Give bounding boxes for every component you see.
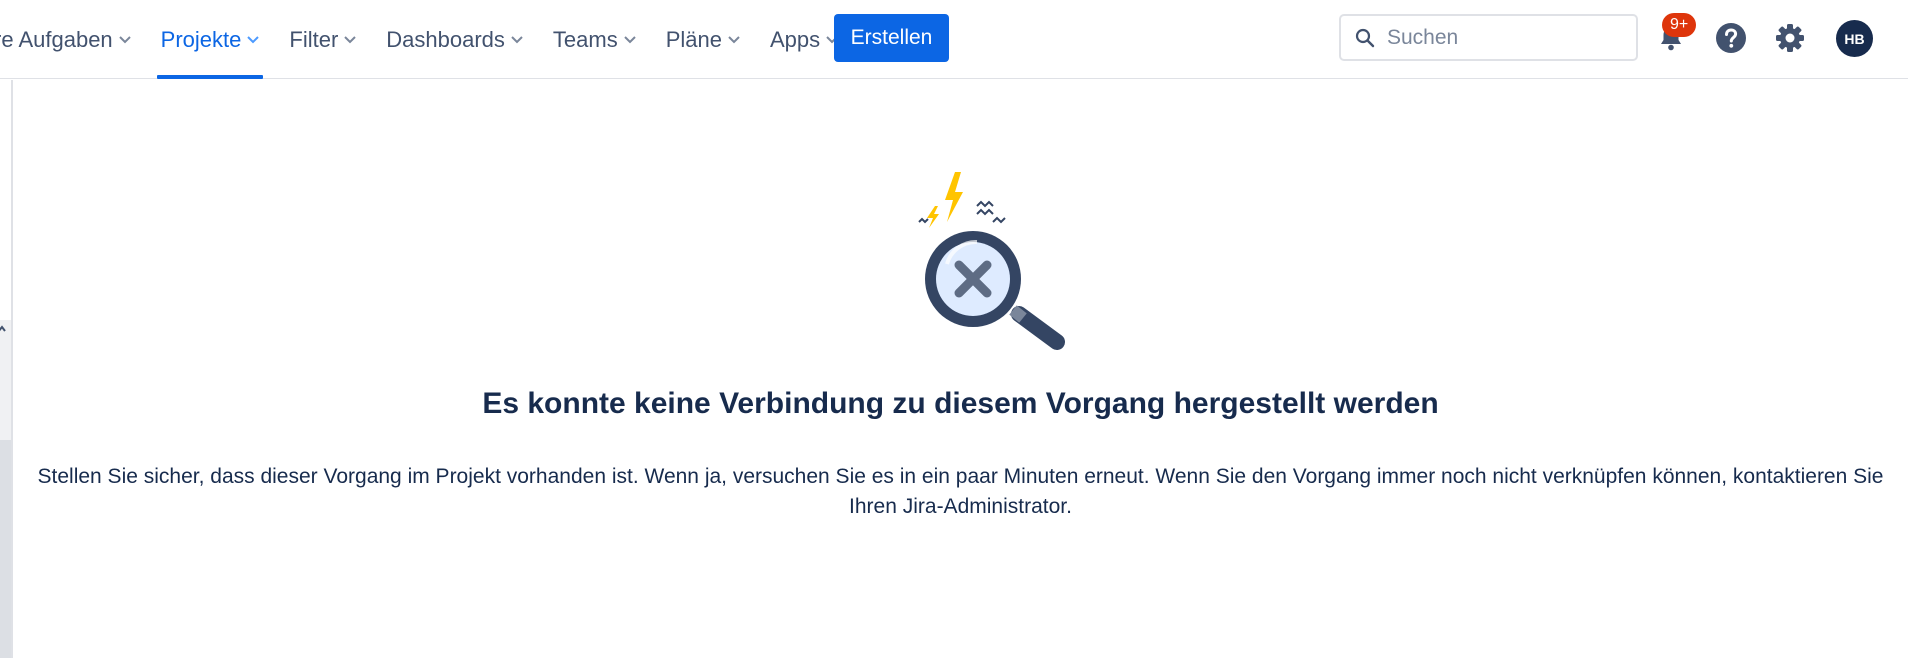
nav-item-dashboards[interactable]: Dashboards [386, 0, 523, 79]
nav-item-filters[interactable]: Filter [289, 0, 356, 79]
chevron-down-icon [728, 35, 740, 43]
nav-item-projects[interactable]: Projekte [156, 0, 264, 79]
sidebar-collapse-rail[interactable] [0, 80, 13, 658]
primary-nav: re Aufgaben Projekte Filter Dashboards T… [0, 0, 838, 79]
nav-item-teams[interactable]: Teams [553, 0, 636, 79]
search-error-illustration [918, 172, 1065, 350]
chevron-down-icon [118, 35, 131, 43]
nav-item-label: Pläne [665, 26, 722, 52]
nav-item-label: Filter [289, 26, 339, 52]
help-button[interactable] [1713, 20, 1749, 56]
chevron-down-icon [344, 35, 356, 43]
search-icon [1355, 28, 1375, 47]
search-input[interactable] [1387, 25, 1607, 50]
error-title: Es konnte keine Verbindung zu diesem Vor… [482, 387, 1439, 420]
notification-count-badge: 9+ [1662, 13, 1697, 37]
search-box[interactable] [1339, 14, 1638, 61]
chevron-down-icon [247, 35, 260, 43]
avatar[interactable]: HB [1836, 20, 1873, 57]
nav-item-apps[interactable]: Apps [770, 0, 838, 79]
nav-item-label: Dashboards [386, 26, 505, 52]
nav-item-label: re Aufgaben [0, 26, 113, 52]
chevron-down-icon [511, 35, 523, 43]
nav-item-my-work[interactable]: re Aufgaben [0, 0, 131, 79]
help-icon [1716, 23, 1746, 53]
error-message: Stellen Sie sicher, dass dieser Vorgang … [37, 465, 1884, 518]
create-button[interactable]: Erstellen [834, 14, 949, 62]
nav-item-label: Projekte [160, 26, 242, 52]
chevron-down-icon [624, 35, 636, 43]
lightning-icon [945, 172, 963, 222]
lightning-icon [927, 206, 939, 228]
gear-icon [1776, 24, 1804, 52]
sidebar-scroll-handle[interactable] [0, 320, 11, 440]
top-navigation-bar: re Aufgaben Projekte Filter Dashboards T… [0, 0, 1908, 79]
main-content: Es konnte keine Verbindung zu diesem Vor… [13, 80, 1908, 658]
chevron-up-icon [0, 325, 6, 332]
nav-item-plans[interactable]: Pläne [666, 0, 740, 79]
settings-button[interactable] [1772, 20, 1808, 56]
nav-item-label: Teams [552, 26, 618, 52]
nav-item-label: Apps [770, 26, 821, 52]
